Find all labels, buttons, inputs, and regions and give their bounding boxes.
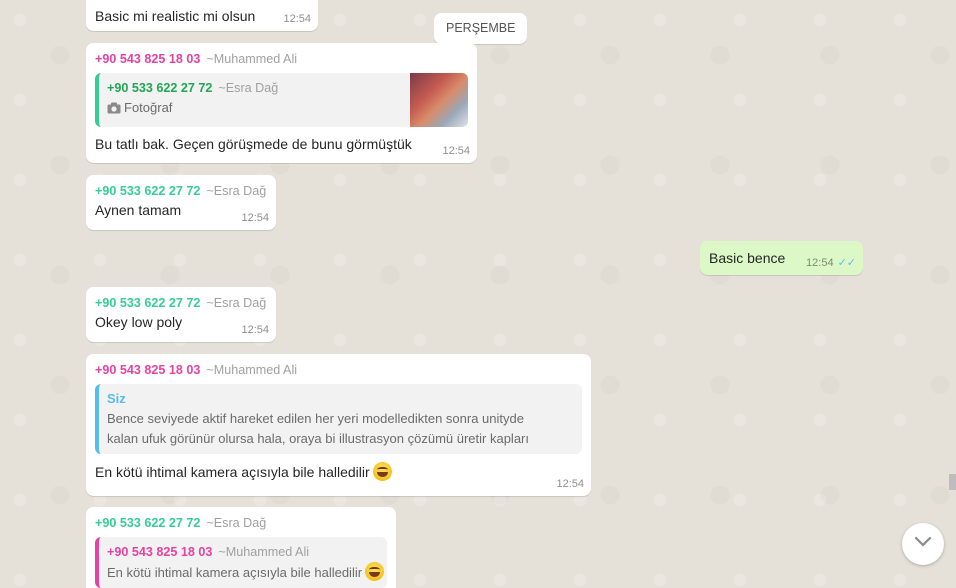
message-time: 12:54: [806, 257, 834, 269]
quote-sender-number: +90 543 825 18 03: [107, 545, 213, 559]
camera-icon: [107, 100, 121, 120]
sender-line: +90 543 825 18 03 ~Muhammed Ali: [95, 49, 468, 69]
sender-alias: ~Esra Dağ: [206, 516, 267, 530]
quote-text-line: Fotoğraf: [107, 98, 460, 120]
message-text: Basic mi realistic mi olsun: [95, 8, 256, 24]
message-time: 12:54: [241, 324, 269, 336]
message-bubble[interactable]: Basic mi realistic mi olsun 12:54: [86, 0, 318, 31]
quoted-message[interactable]: Siz Bence seviyede aktif hareket edilen …: [95, 384, 582, 454]
message-text: Bu tatlı bak. Geçen görüşmede de bunu gö…: [95, 136, 412, 152]
sender-line: +90 533 622 27 72 ~Esra Dağ: [95, 181, 267, 201]
quote-sender-line: +90 543 825 18 03 ~Muhammed Ali: [107, 542, 379, 562]
sender-alias: ~Muhammed Ali: [206, 363, 298, 377]
message-bubble[interactable]: +90 543 825 18 03 ~Muhammed Ali Siz Bence…: [86, 354, 591, 496]
quote-sender-alias: ~Muhammed Ali: [218, 545, 310, 559]
quote-text: Fotoğraf: [124, 100, 173, 115]
quote-text: Bence seviyede aktif hareket edilen her …: [107, 411, 529, 446]
grinning-emoji-icon: [365, 562, 385, 581]
quote-sender-alias: ~Esra Dağ: [218, 81, 279, 95]
message-bubble[interactable]: +90 533 622 27 72 ~Esra Dağ +90 543 825 1…: [86, 507, 396, 588]
message-time: 12:54: [283, 13, 311, 25]
sender-line: +90 543 825 18 03 ~Muhammed Ali: [95, 360, 582, 380]
sender-number[interactable]: +90 543 825 18 03: [95, 363, 200, 377]
quote-sender-number: +90 533 622 27 72: [107, 81, 213, 95]
message-time: 12:54: [442, 145, 470, 157]
scrollbar-thumb[interactable]: [949, 474, 956, 490]
quote-sender-line: +90 533 622 27 72 ~Esra Dağ: [107, 78, 460, 98]
message-time: 12:54: [241, 212, 269, 224]
sender-alias: ~Muhammed Ali: [206, 52, 298, 66]
grinning-emoji-icon: [372, 462, 392, 481]
message-text-line: En kötü ihtimal kamera açısıyla bile hal…: [95, 462, 582, 482]
chat-panel: Basic mi realistic mi olsun 12:54 PERŞEM…: [0, 0, 956, 588]
quoted-message[interactable]: +90 533 622 27 72 ~Esra Dağ Fotoğraf: [95, 73, 468, 127]
chevron-down-icon: [914, 535, 932, 553]
scroll-to-bottom-button[interactable]: [902, 523, 944, 565]
quote-author: Siz: [107, 391, 126, 406]
message-bubble[interactable]: +90 533 622 27 72 ~Esra Dağ Okey low poly…: [86, 287, 276, 342]
sender-line: +90 533 622 27 72 ~Esra Dağ: [95, 293, 267, 313]
sender-number[interactable]: +90 533 622 27 72: [95, 296, 200, 310]
message-bubble[interactable]: +90 533 622 27 72 ~Esra Dağ Aynen tamam 1…: [86, 175, 276, 230]
sender-number[interactable]: +90 543 825 18 03: [95, 52, 200, 66]
message-time-line: 12:54 ✓✓: [806, 256, 856, 269]
read-ticks-icon: ✓✓: [837, 257, 856, 269]
sender-number[interactable]: +90 533 622 27 72: [95, 184, 200, 198]
sender-number[interactable]: +90 533 622 27 72: [95, 516, 200, 530]
photo-thumbnail[interactable]: [410, 73, 468, 127]
day-separator: PERŞEMBE: [434, 13, 528, 44]
sender-line: +90 533 622 27 72 ~Esra Dağ: [95, 513, 387, 533]
quoted-message[interactable]: +90 543 825 18 03 ~Muhammed Ali En kötü i…: [95, 537, 387, 588]
quote-text: En kötü ihtimal kamera açısıyla bile hal…: [107, 565, 363, 580]
sender-alias: ~Esra Dağ: [206, 184, 267, 198]
quote-text-line: En kötü ihtimal kamera açısıyla bile hal…: [107, 562, 385, 583]
message-bubble[interactable]: +90 543 825 18 03 ~Muhammed Ali +90 533 6…: [86, 43, 477, 163]
message-time: 12:54: [556, 478, 584, 490]
message-bubble-outgoing[interactable]: Basic bence 12:54 ✓✓: [700, 241, 863, 275]
message-text: En kötü ihtimal kamera açısıyla bile hal…: [95, 464, 370, 480]
sender-alias: ~Esra Dağ: [206, 296, 267, 310]
